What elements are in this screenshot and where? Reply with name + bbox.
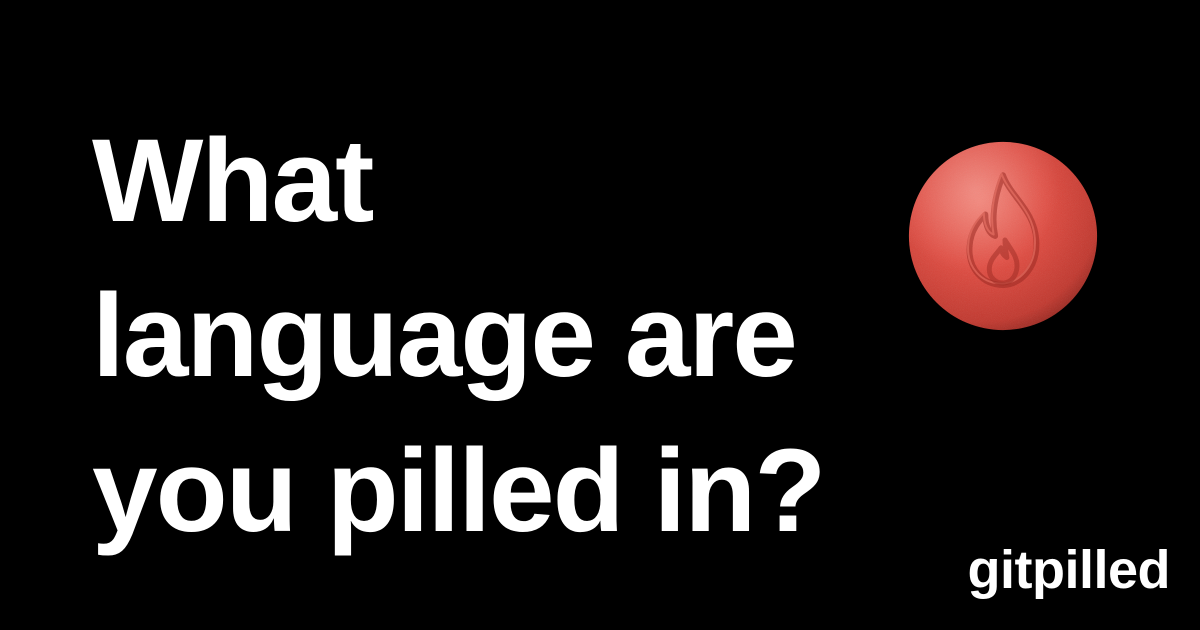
- headline-line-2: language are: [92, 270, 798, 402]
- headline: What language are you pilled in?: [92, 104, 826, 569]
- headline-line-1: What: [92, 115, 374, 247]
- brand-logo-text: gitpilled: [967, 540, 1171, 600]
- red-pill-image: [908, 141, 1098, 331]
- headline-line-3: you pilled in?: [92, 425, 826, 557]
- social-card: What language are you pilled in? gitpill…: [0, 0, 1200, 630]
